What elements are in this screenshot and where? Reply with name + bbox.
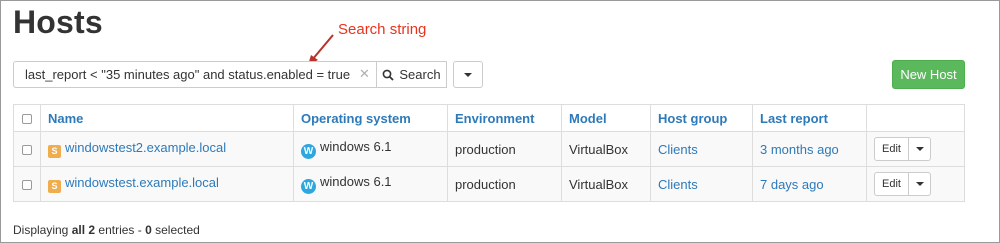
- chevron-down-icon: [464, 72, 472, 77]
- search-bookmarks-dropdown[interactable]: [453, 61, 483, 88]
- model-cell: VirtualBox: [561, 131, 651, 167]
- status-suffix: selected: [151, 223, 200, 237]
- chevron-down-icon: [915, 182, 924, 186]
- search-button[interactable]: Search: [376, 61, 447, 88]
- status-prefix: Displaying: [13, 223, 72, 237]
- os-value: windows 6.1: [320, 174, 392, 189]
- row-select-cell: [13, 166, 41, 202]
- edit-button[interactable]: Edit: [874, 172, 909, 196]
- hostgroup-cell: Clients: [650, 131, 753, 167]
- hostgroup-link[interactable]: Clients: [658, 142, 698, 157]
- column-header-environment[interactable]: Environment: [447, 104, 562, 132]
- selected-count: 0: [145, 223, 152, 237]
- environment-cell: production: [447, 131, 562, 167]
- annotation-label: Search string: [338, 21, 427, 38]
- search-icon: [382, 69, 395, 81]
- os-value: windows 6.1: [320, 139, 392, 154]
- os-cell: Wwindows 6.1: [293, 166, 448, 202]
- hostgroup-link[interactable]: Clients: [658, 177, 698, 192]
- edit-button[interactable]: Edit: [874, 137, 909, 161]
- host-name-cell: Swindowstest.example.local: [40, 166, 294, 202]
- search-bar: ✕ Search: [13, 61, 483, 88]
- new-host-button[interactable]: New Host: [892, 60, 965, 89]
- column-header-model[interactable]: Model: [561, 104, 651, 132]
- column-header-name[interactable]: Name: [40, 104, 294, 132]
- page-title: Hosts: [13, 4, 103, 40]
- select-all-checkbox[interactable]: [22, 114, 32, 125]
- row-actions-dropdown[interactable]: [909, 137, 931, 161]
- os-cell: Wwindows 6.1: [293, 131, 448, 167]
- actions-cell: Edit: [866, 131, 965, 167]
- table-row: Swindowstest2.example.local Wwindows 6.1…: [13, 131, 965, 167]
- last-report-cell: 3 months ago: [752, 131, 867, 167]
- row-actions: Edit: [874, 137, 957, 161]
- host-status-icon: S: [48, 179, 61, 193]
- row-checkbox[interactable]: [22, 145, 32, 156]
- actions-cell: Edit: [866, 166, 965, 202]
- pagination-status: Displaying all 2 entries - 0 selected: [13, 223, 200, 237]
- host-name-link[interactable]: windowstest.example.local: [65, 175, 219, 190]
- entries-count: all 2: [71, 223, 96, 237]
- row-actions: Edit: [874, 172, 957, 196]
- model-cell: VirtualBox: [561, 166, 651, 202]
- column-header-last-report[interactable]: Last report: [752, 104, 867, 132]
- last-report-cell: 7 days ago: [752, 166, 867, 202]
- host-name-cell: Swindowstest2.example.local: [40, 131, 294, 167]
- windows-os-icon: W: [301, 144, 316, 159]
- chevron-down-icon: [915, 147, 924, 151]
- column-header-hostgroup[interactable]: Host group: [650, 104, 753, 132]
- environment-cell: production: [447, 166, 562, 202]
- host-status-icon: S: [48, 144, 61, 158]
- row-actions-dropdown[interactable]: [909, 172, 931, 196]
- hostgroup-cell: Clients: [650, 166, 753, 202]
- search-input[interactable]: [13, 61, 376, 88]
- last-report-link[interactable]: 7 days ago: [760, 177, 824, 192]
- select-all-cell: [13, 104, 41, 132]
- row-checkbox[interactable]: [22, 180, 32, 191]
- table-header-row: Name Operating system Environment Model …: [13, 104, 965, 132]
- row-select-cell: [13, 131, 41, 167]
- close-icon[interactable]: ✕: [359, 66, 370, 82]
- column-header-actions: [866, 104, 965, 132]
- column-header-os[interactable]: Operating system: [293, 104, 448, 132]
- status-middle: entries -: [95, 223, 146, 237]
- table-row: Swindowstest.example.local Wwindows 6.1 …: [13, 166, 965, 202]
- host-name-link[interactable]: windowstest2.example.local: [65, 140, 226, 155]
- last-report-link[interactable]: 3 months ago: [760, 142, 839, 157]
- hosts-table: Name Operating system Environment Model …: [13, 104, 965, 202]
- search-button-label: Search: [399, 67, 441, 82]
- windows-os-icon: W: [301, 179, 316, 194]
